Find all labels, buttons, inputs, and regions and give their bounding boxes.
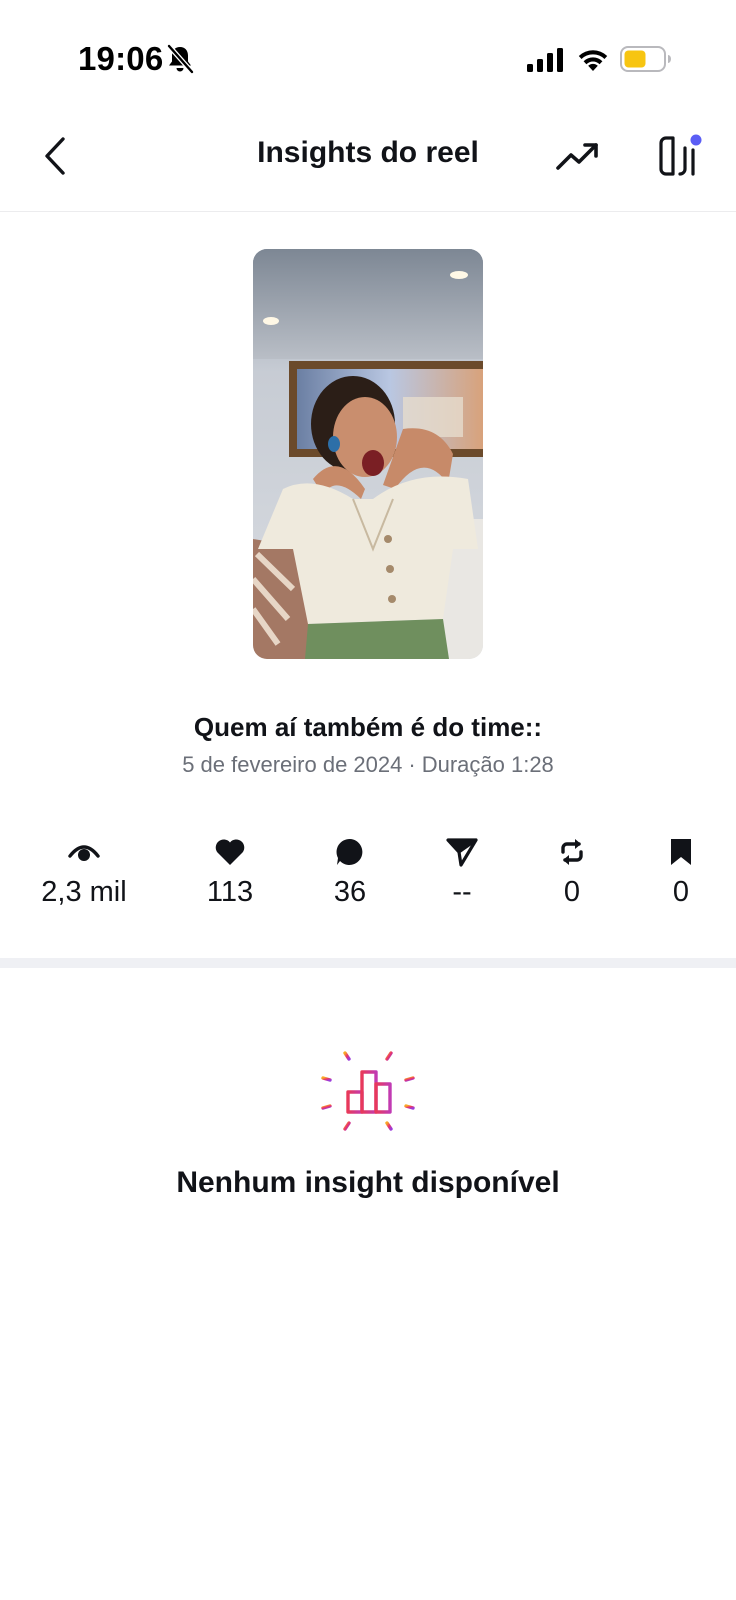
- reel-thumbnail-image: [253, 249, 483, 659]
- eye-icon: [68, 845, 100, 861]
- signal-icon: [527, 48, 563, 72]
- views-count: 2,3 mil: [41, 876, 127, 908]
- reel-thumbnail[interactable]: [253, 249, 483, 659]
- stat-saves: 0: [616, 836, 736, 909]
- stat-comments: 36: [285, 836, 415, 909]
- section-divider: [0, 958, 736, 968]
- notification-dot: [690, 134, 702, 146]
- stat-likes: 113: [165, 836, 295, 909]
- status-time: 19:06: [78, 40, 164, 77]
- page-title: Insights do reel: [257, 136, 479, 169]
- likes-count: 113: [206, 876, 254, 908]
- reel-duration: Duração 1:28: [421, 752, 554, 777]
- reel-caption: Quem aí também é do time::: [193, 712, 543, 742]
- battery-icon: [620, 46, 671, 72]
- comment-icon: [336, 838, 363, 865]
- side-panel-icon: [659, 134, 702, 176]
- trending-button[interactable]: [552, 130, 604, 182]
- reel-meta: 5 de fevereiro de 2024 · Duração 1:28: [0, 752, 736, 778]
- bookmark-icon: [671, 839, 691, 865]
- heart-icon: [215, 839, 245, 865]
- bell-off-icon: [167, 44, 194, 74]
- status-bar: 19:06: [0, 0, 736, 100]
- repost-icon: [561, 839, 583, 865]
- comments-count: 36: [333, 876, 367, 908]
- top-app-bar: Insights do reel: [0, 110, 736, 212]
- empty-state-title: Nenhum insight disponível: [176, 1166, 560, 1199]
- saves-count: 0: [672, 876, 690, 908]
- wifi-icon: [578, 50, 608, 71]
- side-panel-button[interactable]: [654, 128, 710, 184]
- trending-up-icon: [556, 143, 598, 170]
- reel-date: 5 de fevereiro de 2024: [182, 752, 403, 777]
- reel-insights-screen: 19:06 Insights do reel Quem aí também é …: [0, 0, 736, 1600]
- share-icon: [446, 838, 478, 867]
- meta-separator: ·: [408, 752, 416, 777]
- bar-chart-sparkle-icon: [321, 1042, 415, 1140]
- stat-views: 2,3 mil: [19, 836, 149, 909]
